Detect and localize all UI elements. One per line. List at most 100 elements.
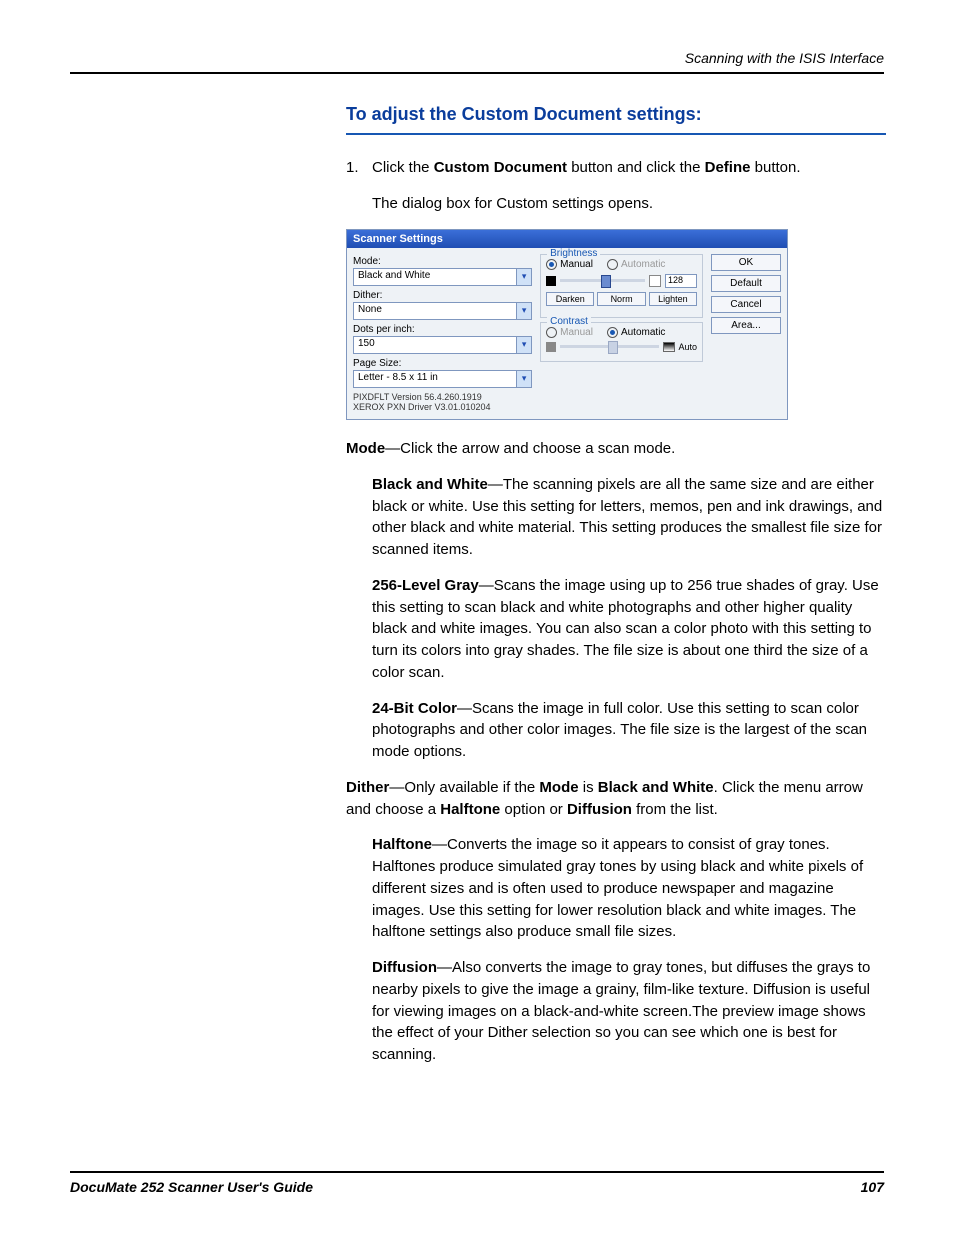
dpi-value: 150 [354, 337, 516, 353]
brightness-value[interactable]: 128 [665, 274, 697, 288]
mode-combo[interactable]: Black and White ▾ [353, 268, 532, 286]
mode-value: Black and White [354, 269, 516, 285]
bold: Mode [539, 779, 578, 796]
dither-combo[interactable]: None ▾ [353, 302, 532, 320]
radio-dot-icon [546, 259, 557, 270]
brightness-title: Brightness [547, 248, 600, 259]
brightness-group: Brightness Manual Automatic 128 Da [540, 254, 703, 318]
text: —Only available if the [389, 779, 539, 796]
content-column: To adjust the Custom Document settings: … [346, 104, 886, 1066]
scanner-settings-dialog: Scanner Settings Mode: Black and White ▾… [346, 229, 788, 421]
text: is [579, 779, 598, 796]
dpi-label: Dots per inch: [353, 324, 532, 335]
dither-label: Dither: [353, 290, 532, 301]
bold: Black and White [598, 779, 714, 796]
chevron-down-icon[interactable]: ▾ [516, 269, 531, 285]
brightness-manual-radio[interactable]: Manual [546, 259, 593, 270]
chevron-down-icon[interactable]: ▾ [516, 371, 531, 387]
middle-column: Brightness Manual Automatic 128 Da [540, 254, 703, 414]
label: Automatic [621, 327, 665, 338]
diffusion-paragraph: Diffusion—Also converts the image to gra… [372, 957, 886, 1066]
default-button[interactable]: Default [711, 275, 781, 292]
radio-dot-icon [607, 327, 618, 338]
page-size-value: Letter - 8.5 x 11 in [354, 371, 516, 387]
cancel-button[interactable]: Cancel [711, 296, 781, 313]
brightness-slider[interactable] [560, 279, 645, 282]
step-body: Click the Custom Document button and cli… [372, 157, 886, 179]
contrast-title: Contrast [547, 316, 591, 327]
left-column: Mode: Black and White ▾ Dither: None ▾ D… [353, 254, 532, 414]
bold: Mode [346, 440, 385, 457]
step-number: 1. [346, 157, 372, 179]
contrast-manual-radio[interactable]: Manual [546, 327, 593, 338]
black-swatch-icon [546, 276, 556, 286]
24-bit-color-paragraph: 24-Bit Color—Scans the image in full col… [372, 698, 886, 763]
halftone-paragraph: Halftone—Converts the image so it appear… [372, 834, 886, 943]
page-number: 107 [861, 1179, 884, 1195]
text: button. [750, 159, 800, 176]
area-button[interactable]: Area... [711, 317, 781, 334]
ok-button[interactable]: OK [711, 254, 781, 271]
dither-paragraph: Dither—Only available if the Mode is Bla… [346, 777, 886, 821]
bold: Diffusion [567, 801, 632, 818]
page-footer: DocuMate 252 Scanner User's Guide 107 [70, 1171, 884, 1195]
slider-thumb [608, 341, 618, 354]
bold: Halftone [440, 801, 500, 818]
black-and-white-paragraph: Black and White—The scanning pixels are … [372, 474, 886, 561]
gray-swatch-icon [546, 342, 556, 352]
slider-thumb[interactable] [601, 275, 611, 288]
radio-dot-icon [607, 259, 618, 270]
auto-label: Auto [663, 342, 697, 352]
version-line-2: XEROX PXN Driver V3.01.010204 [353, 402, 532, 413]
dialog-titlebar: Scanner Settings [347, 230, 787, 248]
chevron-down-icon[interactable]: ▾ [516, 303, 531, 319]
right-column: OK Default Cancel Area... [711, 254, 781, 414]
brightness-automatic-radio[interactable]: Automatic [607, 259, 665, 270]
bold: Diffusion [372, 959, 437, 976]
section-title: To adjust the Custom Document settings: [346, 104, 886, 135]
text: from the list. [632, 801, 718, 818]
contrast-slider [560, 345, 659, 348]
white-swatch-icon [649, 275, 661, 287]
text: Click the [372, 159, 434, 176]
page-size-combo[interactable]: Letter - 8.5 x 11 in ▾ [353, 370, 532, 388]
bold: Custom Document [434, 159, 567, 176]
label: Manual [560, 327, 593, 338]
version-line-1: PIXDFLT Version 56.4.260.1919 [353, 392, 532, 403]
paragraph: The dialog box for Custom settings opens… [372, 193, 886, 215]
text: —Also converts the image to gray tones, … [372, 959, 870, 1063]
256-level-gray-paragraph: 256-Level Gray—Scans the image using up … [372, 575, 886, 684]
dpi-combo[interactable]: 150 ▾ [353, 336, 532, 354]
running-header: Scanning with the ISIS Interface [70, 50, 884, 74]
brightness-slider-row: 128 [546, 274, 697, 288]
gradient-swatch-icon [663, 342, 675, 352]
lighten-button[interactable]: Lighten [649, 292, 697, 306]
page: Scanning with the ISIS Interface To adju… [0, 0, 954, 1235]
chevron-down-icon[interactable]: ▾ [516, 337, 531, 353]
contrast-automatic-radio[interactable]: Automatic [607, 327, 665, 338]
footer-title: DocuMate 252 Scanner User's Guide [70, 1179, 313, 1195]
contrast-radios: Manual Automatic [546, 327, 697, 338]
contrast-group: Contrast Manual Automatic Auto [540, 322, 703, 362]
radio-dot-icon [546, 327, 557, 338]
label: Auto [678, 342, 697, 352]
norm-button[interactable]: Norm [597, 292, 645, 306]
bold: Dither [346, 779, 389, 796]
bold: Define [705, 159, 751, 176]
dither-value: None [354, 303, 516, 319]
page-size-label: Page Size: [353, 358, 532, 369]
mode-label: Mode: [353, 256, 532, 267]
brightness-buttons: Darken Norm Lighten [546, 292, 697, 306]
brightness-radios: Manual Automatic [546, 259, 697, 270]
darken-button[interactable]: Darken [546, 292, 594, 306]
text: button and click the [567, 159, 705, 176]
mode-paragraph: Mode—Click the arrow and choose a scan m… [346, 438, 886, 460]
bold: Halftone [372, 836, 432, 853]
text: —Click the arrow and choose a scan mode. [385, 440, 675, 457]
text: —Converts the image so it appears to con… [372, 836, 863, 940]
label: Automatic [621, 259, 665, 270]
step-1: 1. Click the Custom Document button and … [346, 157, 886, 179]
bold: 256-Level Gray [372, 577, 479, 594]
text: option or [500, 801, 567, 818]
bold: Black and White [372, 476, 488, 493]
